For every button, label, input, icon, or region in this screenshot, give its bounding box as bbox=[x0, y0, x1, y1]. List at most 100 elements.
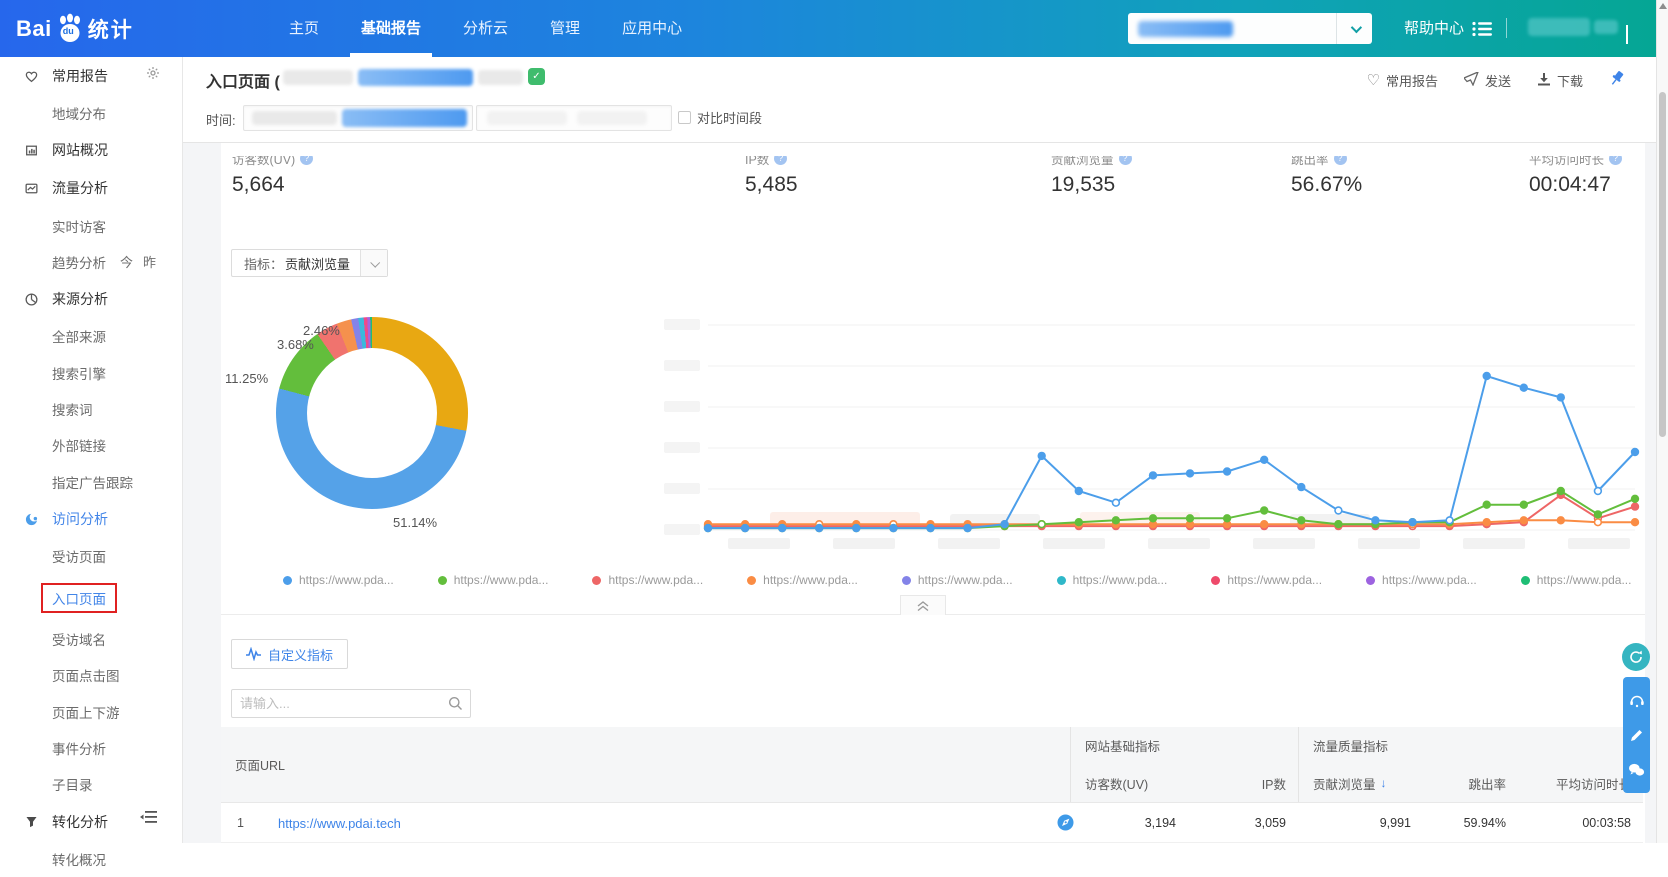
sidebar-item-21[interactable]: 转化概况 bbox=[0, 841, 182, 877]
stat-value: 5,664 bbox=[232, 173, 313, 197]
entry-pages-table: 页面URL网站基础指标流量质量指标访客数(UV)IP数贡献浏览量↓跳出率平均访问… bbox=[221, 727, 1643, 843]
sidebar-item-3[interactable]: 流量分析 bbox=[0, 169, 182, 207]
collapse-chart-button[interactable] bbox=[900, 595, 946, 615]
sidebar-item-18[interactable]: 事件分析 bbox=[0, 730, 182, 766]
help-center-link[interactable]: 帮助中心 bbox=[1404, 0, 1464, 57]
quick-links-today-yesterday[interactable]: 今昨 bbox=[120, 252, 166, 271]
nav-item-0[interactable]: 主页 bbox=[268, 0, 340, 57]
download-report-button[interactable]: 下载 bbox=[1537, 71, 1583, 90]
sidebar-item-label: 转化分析 bbox=[52, 812, 108, 832]
scrollbar-thumb[interactable] bbox=[1659, 92, 1666, 437]
sidebar-item-label: 搜索引擎 bbox=[52, 363, 106, 383]
sidebar-item-label: 事件分析 bbox=[52, 738, 106, 758]
sidebar-item-4[interactable]: 实时访客 bbox=[0, 207, 182, 243]
table-row: 1https://www.pdai.tech3,1943,0599,99159.… bbox=[221, 803, 1643, 843]
wechat-icon[interactable] bbox=[1628, 763, 1645, 777]
nav-item-1[interactable]: 基础报告 bbox=[340, 0, 442, 57]
gear-icon[interactable] bbox=[146, 66, 160, 83]
legend-item-6[interactable]: https://www.pda... bbox=[1211, 573, 1322, 587]
legend-item-0[interactable]: https://www.pda... bbox=[283, 573, 394, 587]
sidebar-collapse-icon[interactable] bbox=[140, 810, 160, 829]
donut-hole bbox=[307, 348, 437, 478]
sidebar-item-label: 转化概况 bbox=[52, 849, 106, 869]
sidebar-item-6[interactable]: 来源分析 bbox=[0, 280, 182, 318]
favorite-report-button[interactable]: ♡ 常用报告 bbox=[1367, 71, 1438, 90]
refresh-float-button[interactable] bbox=[1622, 643, 1650, 671]
sidebar-item-label: 趋势分析 bbox=[52, 252, 106, 272]
page-url-link[interactable]: https://www.pdai.tech bbox=[278, 816, 401, 831]
sidebar-item-8[interactable]: 搜索引擎 bbox=[0, 355, 182, 391]
stat-value: 19,535 bbox=[1051, 173, 1132, 197]
column-header-3[interactable]: 跳出率 bbox=[1423, 765, 1518, 803]
nav-item-2[interactable]: 分析云 bbox=[442, 0, 529, 57]
send-report-button[interactable]: 发送 bbox=[1464, 71, 1511, 90]
site-overview-icon bbox=[24, 143, 39, 158]
topbar: Bai du 统计 主页基础报告分析云管理应用中心 帮助中心 bbox=[0, 0, 1656, 57]
column-header-2[interactable]: 贡献浏览量↓ bbox=[1298, 765, 1423, 803]
baidu-tongji-logo[interactable]: Bai du 统计 bbox=[16, 0, 134, 57]
report-list-icon[interactable] bbox=[1472, 21, 1494, 42]
sidebar-item-10[interactable]: 外部链接 bbox=[0, 427, 182, 463]
legend-dot bbox=[438, 576, 447, 585]
site-selector[interactable] bbox=[1128, 13, 1372, 44]
sidebar-item-1[interactable]: 地域分布 bbox=[0, 95, 182, 131]
date-range-input[interactable] bbox=[243, 105, 473, 131]
sidebar-item-17[interactable]: 页面上下游 bbox=[0, 694, 182, 730]
pin-icon bbox=[1609, 70, 1626, 90]
legend-item-1[interactable]: https://www.pda... bbox=[438, 573, 549, 587]
custom-metric-button[interactable]: 自定义指标 bbox=[231, 639, 348, 669]
chevron-down-icon bbox=[1626, 25, 1628, 44]
nav-item-3[interactable]: 管理 bbox=[529, 0, 601, 57]
legend-item-3[interactable]: https://www.pda... bbox=[747, 573, 858, 587]
username-redacted bbox=[1528, 18, 1590, 36]
sidebar-item-label: 外部链接 bbox=[52, 435, 106, 455]
scrollbar-up-arrow[interactable] bbox=[1659, 3, 1667, 9]
feedback-pencil-icon[interactable] bbox=[1629, 728, 1644, 743]
compare-period-checkbox[interactable] bbox=[678, 111, 691, 124]
legend-item-8[interactable]: https://www.pda... bbox=[1521, 573, 1632, 587]
search-icon[interactable] bbox=[440, 696, 470, 711]
legend-item-5[interactable]: https://www.pda... bbox=[1057, 573, 1168, 587]
column-header-1[interactable]: IP数 bbox=[1188, 765, 1298, 803]
column-header-0[interactable]: 访客数(UV) bbox=[1070, 765, 1188, 803]
sidebar-item-label: 搜索词 bbox=[52, 399, 93, 419]
metric-selector[interactable]: 指标： 贡献浏览量 bbox=[231, 249, 388, 277]
sidebar-item-9[interactable]: 搜索词 bbox=[0, 391, 182, 427]
donut-label: 3.68% bbox=[277, 337, 314, 352]
stat-value: 56.67% bbox=[1291, 173, 1362, 197]
pin-report-button[interactable] bbox=[1609, 70, 1626, 90]
nav-item-4[interactable]: 应用中心 bbox=[601, 0, 703, 57]
legend-item-2[interactable]: https://www.pda... bbox=[592, 573, 703, 587]
sort-desc-icon[interactable]: ↓ bbox=[1381, 776, 1387, 790]
paw-icon: du bbox=[55, 13, 85, 45]
sidebar-item-label: 子目录 bbox=[52, 774, 93, 794]
site-selector-chevron[interactable] bbox=[1336, 13, 1372, 44]
sidebar-item-7[interactable]: 全部来源 bbox=[0, 318, 182, 354]
legend-item-4[interactable]: https://www.pda... bbox=[902, 573, 1013, 587]
sidebar-item-19[interactable]: 子目录 bbox=[0, 766, 182, 802]
metric-selector-chevron[interactable] bbox=[360, 250, 387, 276]
waveform-icon bbox=[246, 647, 261, 661]
content-area: 访客数(UV)?5,664IP数?5,485贡献浏览量?19,535跳出率?56… bbox=[183, 143, 1656, 843]
sidebar-item-0[interactable]: 常用报告 bbox=[0, 57, 182, 95]
legend-item-7[interactable]: https://www.pda... bbox=[1366, 573, 1477, 587]
date-range-input-2[interactable] bbox=[476, 105, 672, 131]
legend-dot bbox=[1521, 576, 1530, 585]
sidebar-item-13[interactable]: 受访页面 bbox=[0, 538, 182, 574]
sidebar-item-11[interactable]: 指定广告跟踪 bbox=[0, 464, 182, 500]
sidebar-item-5[interactable]: 趋势分析今昨 bbox=[0, 244, 182, 280]
user-menu-chevron[interactable] bbox=[1626, 25, 1628, 43]
line-chart[interactable] bbox=[650, 298, 1645, 556]
search-input[interactable] bbox=[232, 696, 440, 711]
chevron-down-icon bbox=[1350, 21, 1361, 32]
sidebar-item-15[interactable]: 受访域名 bbox=[0, 621, 182, 657]
sidebar-item-12[interactable]: 访问分析 bbox=[0, 500, 182, 538]
time-label: 时间: bbox=[206, 110, 236, 129]
page-scrollbar[interactable] bbox=[1656, 0, 1668, 843]
legend-dot bbox=[1211, 576, 1220, 585]
sidebar-item-16[interactable]: 页面点击图 bbox=[0, 657, 182, 693]
sidebar-item-2[interactable]: 网站概况 bbox=[0, 131, 182, 169]
sidebar-item-14[interactable]: 入口页面 bbox=[0, 574, 182, 620]
topbar-divider bbox=[1506, 18, 1507, 38]
customer-service-icon[interactable] bbox=[1629, 693, 1645, 708]
